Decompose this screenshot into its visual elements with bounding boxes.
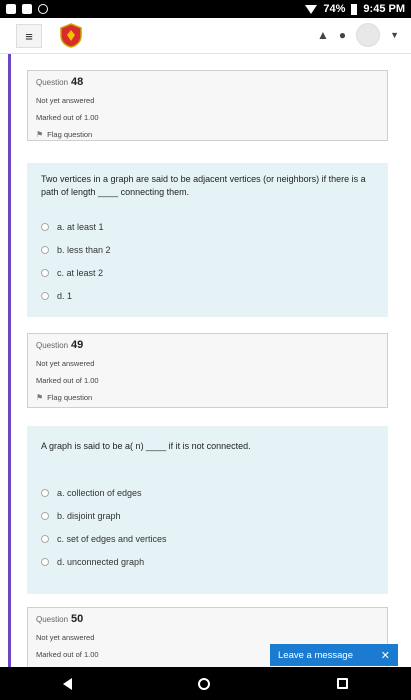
- option-b[interactable]: b. disjoint graph: [41, 504, 374, 527]
- user-menu-caret-icon[interactable]: ▼: [390, 30, 399, 40]
- app-bar-actions: ▲ ● ▼: [317, 23, 399, 47]
- option-label: b. less than 2: [57, 244, 111, 255]
- radio-button[interactable]: [41, 534, 49, 543]
- flag-question-48[interactable]: ⚑ Flag question: [36, 130, 379, 139]
- question-label: Question: [36, 78, 69, 87]
- status-right: 74% 9:45 PM: [305, 3, 405, 15]
- close-icon[interactable]: ✕: [381, 649, 390, 662]
- option-label: a. collection of edges: [57, 487, 142, 498]
- question-48-info: Question 48 Not yet answered Marked out …: [27, 70, 388, 141]
- option-label: c. set of edges and vertices: [57, 533, 167, 544]
- site-logo-icon[interactable]: [60, 23, 82, 48]
- status-bar: 74% 9:45 PM: [0, 0, 411, 18]
- option-label: d. 1: [57, 290, 73, 301]
- flag-icon: ⚑: [36, 130, 44, 139]
- radio-button[interactable]: [41, 511, 49, 520]
- flag-icon: ⚑: [36, 393, 44, 402]
- hamburger-icon: ≡: [25, 28, 33, 44]
- clock: 9:45 PM: [363, 3, 405, 15]
- question-number: 48: [71, 76, 84, 88]
- radio-button[interactable]: [41, 222, 49, 231]
- option-a[interactable]: a. at least 1: [41, 215, 374, 238]
- option-label: d. unconnected graph: [57, 556, 145, 567]
- whatsapp-icon: [38, 4, 48, 14]
- flag-question-49[interactable]: ⚑ Flag question: [36, 393, 379, 402]
- question-49-info: Question 49 Not yet answered Marked out …: [27, 333, 388, 408]
- answer-options: a. at least 1 b. less than 2 c. at least…: [41, 215, 374, 307]
- question-marks: Marked out of 1.00: [36, 376, 99, 385]
- radio-button[interactable]: [41, 488, 49, 497]
- option-c[interactable]: c. set of edges and vertices: [41, 527, 374, 550]
- flag-label: Flag question: [47, 130, 93, 139]
- battery-percent: 74%: [323, 3, 346, 15]
- option-c[interactable]: c. at least 2: [41, 261, 374, 284]
- wifi-icon: [305, 4, 318, 14]
- question-label: Question: [36, 615, 69, 624]
- notification-icon: [6, 4, 16, 14]
- android-nav-bar: [0, 667, 411, 700]
- question-text: Two vertices in a graph are said to be a…: [41, 174, 366, 197]
- option-d[interactable]: d. unconnected graph: [41, 550, 374, 573]
- question-state: Not yet answered: [36, 359, 95, 368]
- question-text: A graph is said to be a( n) ____ if it i…: [41, 441, 251, 451]
- battery-icon: [351, 3, 358, 15]
- question-state: Not yet answered: [36, 633, 95, 642]
- recent-apps-icon[interactable]: [336, 678, 348, 689]
- question-heading: Question 48: [36, 76, 379, 88]
- notifications-bell-icon[interactable]: ▲: [317, 28, 329, 42]
- question-heading: Question 49: [36, 339, 379, 351]
- question-label: Question: [36, 341, 69, 350]
- option-label: c. at least 2: [57, 267, 104, 278]
- image-icon: [22, 4, 32, 14]
- question-marks: Marked out of 1.00: [36, 113, 99, 122]
- answer-options: a. collection of edges b. disjoint graph…: [41, 481, 374, 573]
- menu-button[interactable]: ≡: [16, 24, 42, 48]
- radio-button[interactable]: [41, 245, 49, 254]
- option-b[interactable]: b. less than 2: [41, 238, 374, 261]
- option-a[interactable]: a. collection of edges: [41, 481, 374, 504]
- back-icon[interactable]: [63, 677, 73, 690]
- status-left: [6, 4, 48, 14]
- option-label: a. at least 1: [57, 221, 104, 232]
- question-state: Not yet answered: [36, 96, 95, 105]
- app-bar: ≡ ▲ ● ▼: [0, 18, 411, 54]
- flag-label: Flag question: [47, 393, 93, 402]
- question-49-body: A graph is said to be a( n) ____ if it i…: [27, 426, 388, 594]
- question-number: 49: [71, 339, 84, 351]
- radio-button[interactable]: [41, 268, 49, 277]
- user-avatar[interactable]: [356, 23, 381, 47]
- radio-button[interactable]: [41, 557, 49, 566]
- option-label: b. disjoint graph: [57, 510, 121, 521]
- question-number: 50: [71, 613, 84, 625]
- leave-message-button[interactable]: Leave a message ✕: [270, 644, 398, 666]
- radio-button[interactable]: [41, 291, 49, 300]
- quiz-content: Question 48 Not yet answered Marked out …: [8, 54, 405, 667]
- home-icon[interactable]: [198, 677, 211, 690]
- question-48-body: Two vertices in a graph are said to be a…: [27, 163, 388, 317]
- leave-message-label: Leave a message: [278, 649, 353, 661]
- option-d[interactable]: d. 1: [41, 284, 374, 307]
- messages-icon[interactable]: ●: [339, 28, 346, 42]
- question-heading: Question 50: [36, 613, 379, 625]
